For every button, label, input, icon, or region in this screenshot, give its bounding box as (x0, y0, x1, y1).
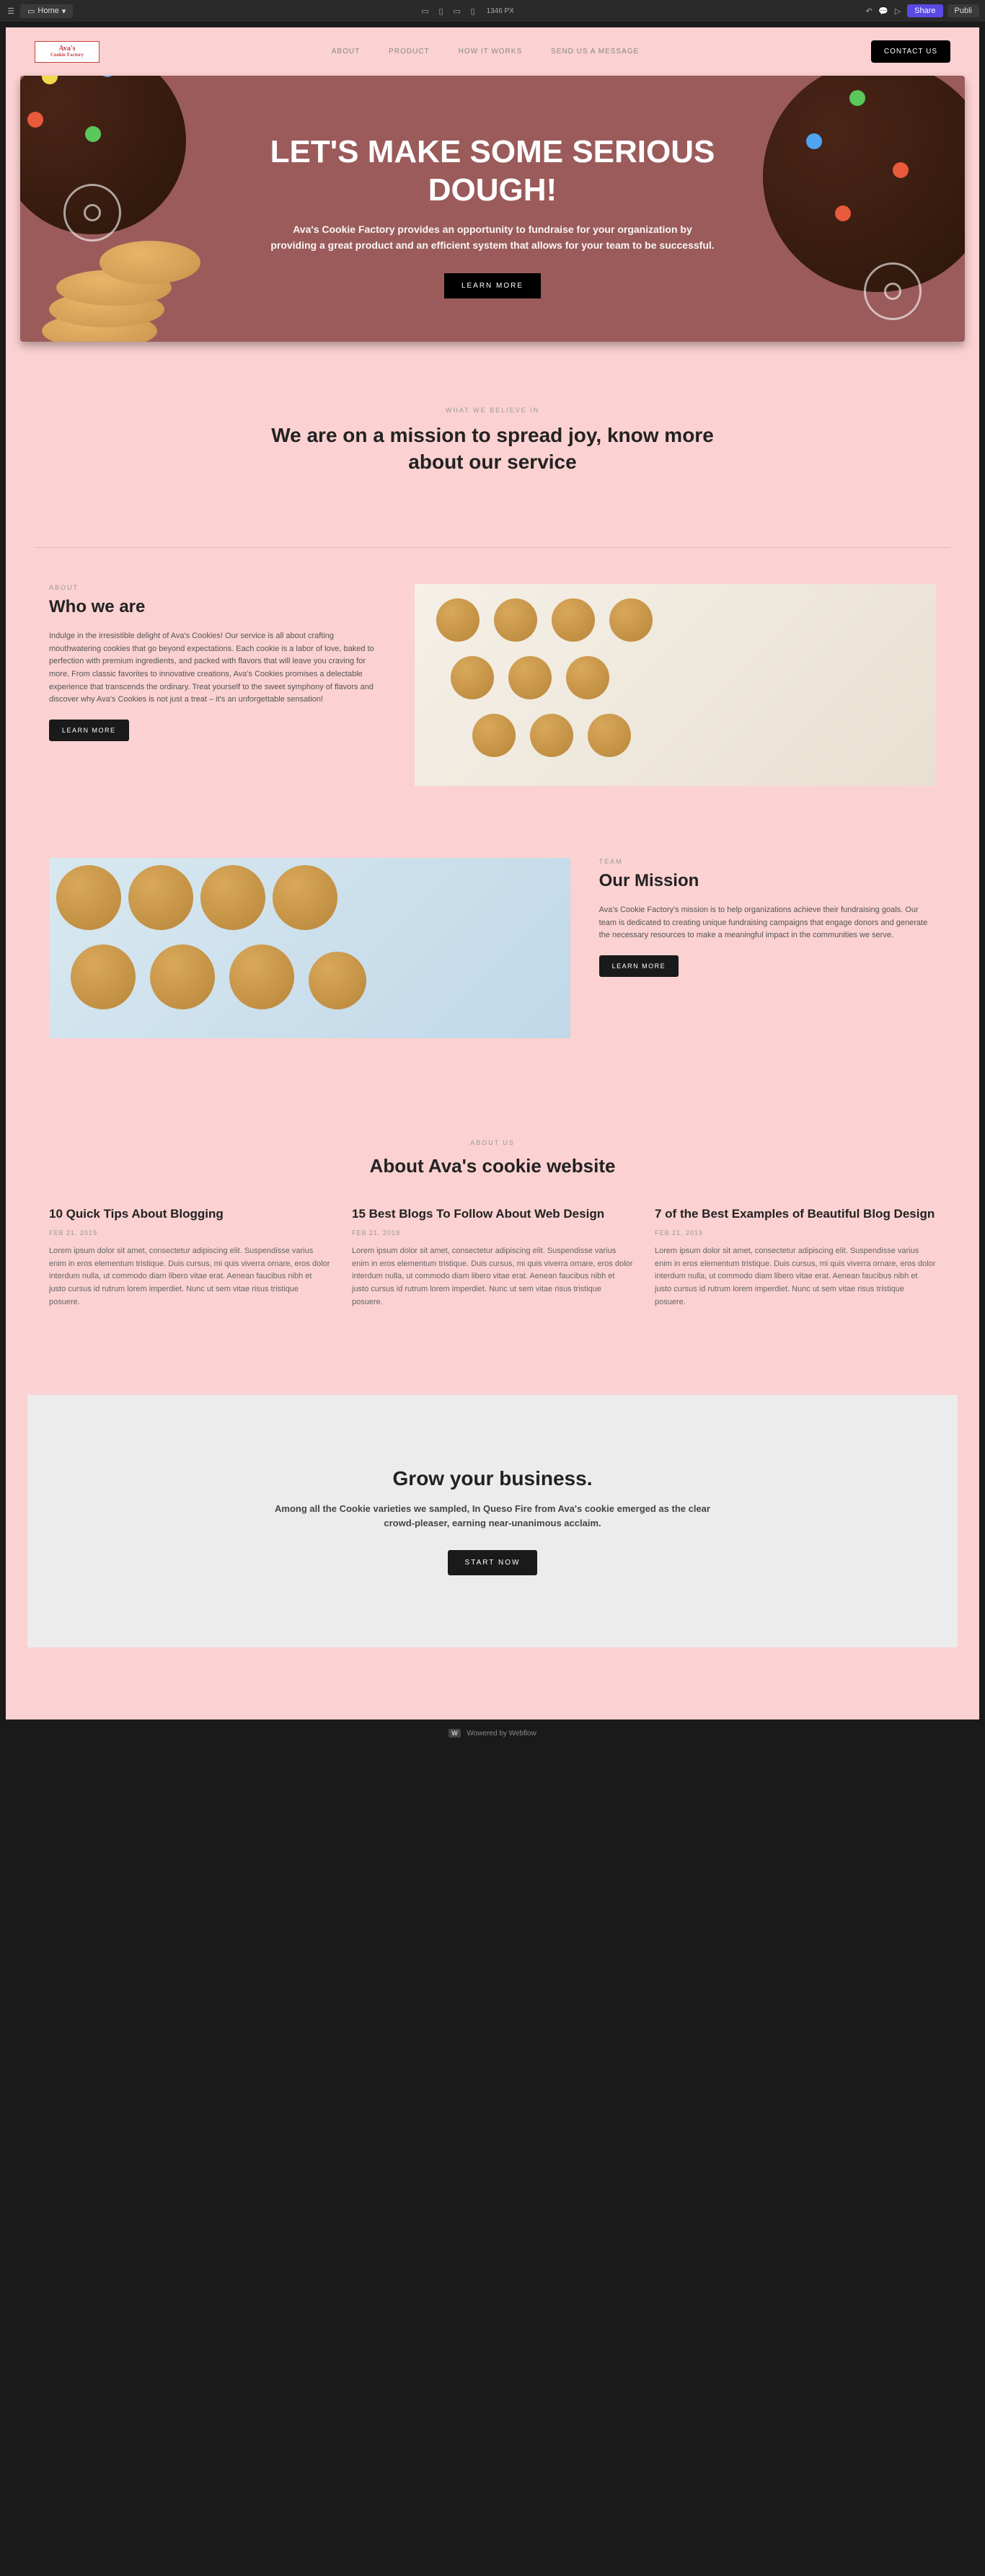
logo[interactable]: Ava's Cookie Factory (35, 41, 100, 63)
hero-subtitle: Ava's Cookie Factory provides an opportu… (269, 221, 716, 254)
mission-body: Ava's Cookie Factory's mission is to hel… (599, 904, 936, 942)
article-title[interactable]: 10 Quick Tips About Blogging (49, 1206, 330, 1222)
article-excerpt: Lorem ipsum dolor sit amet, consectetur … (49, 1245, 330, 1309)
article-card: 15 Best Blogs To Follow About Web Design… (352, 1206, 633, 1309)
article-card: 10 Quick Tips About Blogging FEB 21, 201… (49, 1206, 330, 1309)
nav-product[interactable]: PRODUCT (389, 48, 429, 56)
mission-button-label: LEARN MORE (612, 962, 666, 970)
mission-label: TEAM (599, 858, 936, 865)
about-heading: About Ava's cookie website (49, 1155, 936, 1177)
articles-row: 10 Quick Tips About Blogging FEB 21, 201… (49, 1206, 936, 1309)
cta-section: Grow your business. Among all the Cookie… (27, 1395, 958, 1647)
article-date: FEB 21, 2019 (352, 1229, 633, 1236)
design-canvas: Ava's Cookie Factory ABOUT PRODUCT HOW I… (0, 22, 985, 1725)
webflow-badge-text: Wowered by Webflow (467, 1730, 536, 1738)
mission-learn-more-button[interactable]: LEARN MORE (599, 955, 679, 977)
chocolate-cookie-image (763, 76, 965, 292)
hero-learn-more-button[interactable]: LEARN MORE (444, 273, 541, 298)
spacer (6, 1647, 979, 1719)
article-excerpt: Lorem ipsum dolor sit amet, consectetur … (352, 1245, 633, 1309)
nav-about[interactable]: ABOUT (332, 48, 360, 56)
mission-intro-section: WHAT WE BELIEVE IN We are on a mission t… (6, 342, 979, 511)
publish-label: Publi (955, 6, 972, 15)
article-card: 7 of the Best Examples of Beautiful Blog… (655, 1206, 936, 1309)
mission-heading-2: Our Mission (599, 871, 936, 891)
tablet-icon[interactable]: ▯ (436, 6, 446, 16)
our-mission-section: TEAM Our Mission Ava's Cookie Factory's … (6, 822, 979, 1074)
hero-button-label: LEARN MORE (461, 282, 524, 290)
preview-icon[interactable]: ▷ (893, 6, 903, 16)
article-excerpt: Lorem ipsum dolor sit amet, consectetur … (655, 1245, 936, 1309)
who-label: ABOUT (49, 584, 386, 591)
site-header: Ava's Cookie Factory ABOUT PRODUCT HOW I… (6, 27, 979, 76)
cta-body: Among all the Cookie varieties we sample… (269, 1502, 716, 1530)
chevron-down-icon: ▾ (62, 6, 66, 16)
about-eyebrow: ABOUT US (49, 1139, 936, 1146)
who-learn-more-button[interactable]: LEARN MORE (49, 720, 129, 741)
webflow-badge[interactable]: W Wowered by Webflow (0, 1725, 985, 1742)
who-heading: Who we are (49, 597, 386, 617)
nav-how-it-works[interactable]: HOW IT WORKS (459, 48, 522, 56)
page-name: Home (37, 6, 58, 15)
cookie-stack-image (35, 219, 237, 342)
page-selector[interactable]: ▭ Home ▾ (20, 4, 73, 18)
article-date: FEB 21, 2019 (655, 1229, 936, 1236)
start-now-button[interactable]: START NOW (448, 1550, 538, 1575)
publish-button[interactable]: Publi (948, 4, 979, 17)
contact-button[interactable]: CONTACT US (871, 40, 950, 63)
nav-send-message[interactable]: SEND US A MESSAGE (551, 48, 639, 56)
main-nav: ABOUT PRODUCT HOW IT WORKS SEND US A MES… (332, 48, 639, 56)
who-we-are-section: ABOUT Who we are Indulge in the irresist… (6, 548, 979, 822)
hero-section: LET'S MAKE SOME SERIOUS DOUGH! Ava's Coo… (20, 76, 965, 342)
page-icon: ▭ (27, 6, 35, 16)
webflow-w-icon: W (449, 1729, 461, 1738)
menu-icon[interactable]: ☰ (6, 6, 16, 16)
who-button-label: LEARN MORE (62, 727, 116, 734)
mobile-landscape-icon[interactable]: ▭ (452, 6, 462, 16)
designer-toolbar: ☰ ▭ Home ▾ ▭ ▯ ▭ ▯ 1346 PX ↶ 💬 ▷ Share P… (0, 0, 985, 22)
page-body: Ava's Cookie Factory ABOUT PRODUCT HOW I… (6, 27, 979, 1719)
about-section: ABOUT US About Ava's cookie website 10 Q… (6, 1074, 979, 1395)
donut-icon (864, 262, 922, 320)
cookies-tray-image (415, 584, 936, 786)
article-title[interactable]: 15 Best Blogs To Follow About Web Design (352, 1206, 633, 1222)
viewport-width: 1346 PX (484, 7, 517, 15)
who-body: Indulge in the irresistible delight of A… (49, 630, 386, 707)
mobile-icon[interactable]: ▯ (468, 6, 478, 16)
desktop-icon[interactable]: ▭ (420, 6, 430, 16)
cta-heading: Grow your business. (56, 1467, 929, 1490)
contact-label: CONTACT US (884, 48, 937, 56)
hero-title: LET'S MAKE SOME SERIOUS DOUGH! (269, 133, 716, 210)
article-title[interactable]: 7 of the Best Examples of Beautiful Blog… (655, 1206, 936, 1222)
comment-icon[interactable]: 💬 (878, 6, 888, 16)
mission-heading: We are on a mission to spread joy, know … (269, 422, 716, 475)
mission-eyebrow: WHAT WE BELIEVE IN (49, 407, 936, 414)
cta-button-label: START NOW (465, 1559, 521, 1567)
donut-icon (63, 184, 121, 242)
article-date: FEB 21, 2019 (49, 1229, 330, 1236)
share-label: Share (914, 6, 935, 15)
undo-icon[interactable]: ↶ (864, 6, 874, 16)
cookies-pan-image (49, 858, 570, 1038)
share-button[interactable]: Share (907, 4, 942, 17)
logo-line2: Cookie Factory (50, 53, 84, 58)
